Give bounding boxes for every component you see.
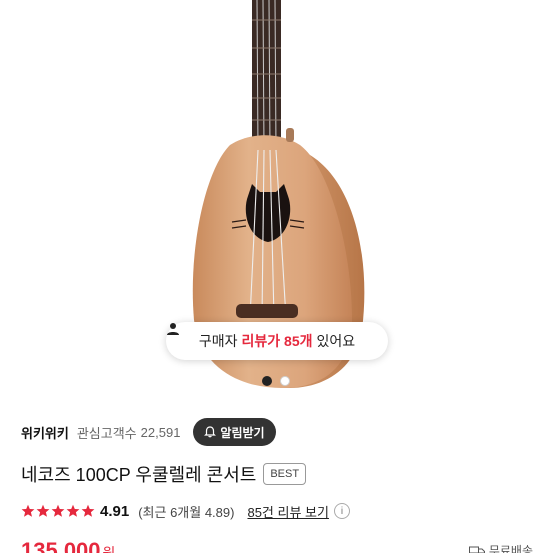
star-icon xyxy=(21,504,35,517)
review-link[interactable]: 85건 리뷰 보기 xyxy=(247,502,328,521)
rating-value: 4.91 xyxy=(100,502,130,520)
interest-label: 관심고객수 xyxy=(76,425,137,441)
price-amount: 135,000 xyxy=(21,538,101,553)
star-icon xyxy=(51,504,65,517)
carousel-dot-2[interactable] xyxy=(280,376,290,386)
alert-subscribe-button[interactable]: 알림받기 xyxy=(193,418,276,446)
review-pill-prefix: 구매자 xyxy=(198,333,238,349)
interest-count: 22,591 xyxy=(140,424,181,440)
shipping-info: 무료배송 xyxy=(468,542,533,553)
star-rating xyxy=(21,504,95,518)
star-icon xyxy=(81,504,95,517)
person-icon xyxy=(167,323,179,335)
rating-row: 4.91 (최근 6개월 4.89) 85건 리뷰 보기 i xyxy=(21,500,350,522)
star-icon xyxy=(36,504,50,517)
seller-row: 위키위키 관심고객수 22,591 알림받기 xyxy=(21,418,276,446)
review-pill-highlight: 리뷰가 85개 xyxy=(241,333,313,349)
alert-button-label: 알림받기 xyxy=(220,425,265,440)
price-row: 135,000 원 xyxy=(21,538,115,553)
best-badge: BEST xyxy=(263,463,307,485)
price-unit: 원 xyxy=(102,545,116,553)
product-image[interactable]: 구매자 리뷰가 85개 있어요 xyxy=(0,0,553,392)
shipping-label: 무료배송 xyxy=(488,544,533,553)
bell-icon xyxy=(204,426,217,438)
carousel-dot-1[interactable] xyxy=(262,376,272,386)
product-title: 네코즈 100CP 우쿨렐레 콘서트 xyxy=(21,465,257,485)
info-icon[interactable]: i xyxy=(333,503,350,519)
carousel-indicator xyxy=(262,376,290,386)
star-icon xyxy=(66,504,80,517)
product-title-row: 네코즈 100CP 우쿨렐레 콘서트 BEST xyxy=(21,461,307,487)
review-count-pill[interactable]: 구매자 리뷰가 85개 있어요 xyxy=(166,322,388,360)
review-pill-suffix: 있어요 xyxy=(316,333,356,349)
seller-name[interactable]: 위키위키 xyxy=(21,423,69,442)
truck-icon xyxy=(468,546,485,553)
recent-rating: (최근 6개월 4.89) xyxy=(138,504,235,520)
